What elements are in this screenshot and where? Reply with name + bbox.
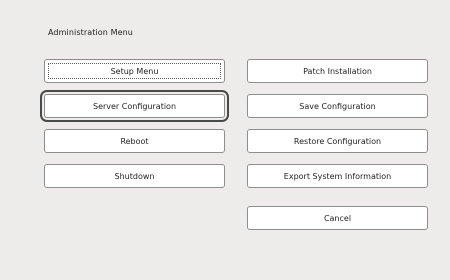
setup-menu-button[interactable]: Setup Menu (44, 59, 225, 83)
export-system-information-button[interactable]: Export System Information (247, 164, 428, 188)
save-configuration-button[interactable]: Save Configuration (247, 94, 428, 118)
cancel-button[interactable]: Cancel (247, 206, 428, 230)
shutdown-button[interactable]: Shutdown (44, 164, 225, 188)
reboot-button[interactable]: Reboot (44, 129, 225, 153)
menu-title: Administration Menu (48, 28, 133, 37)
server-configuration-button[interactable]: Server Configuration (40, 90, 229, 122)
patch-installation-button[interactable]: Patch Installation (247, 59, 428, 83)
restore-configuration-button[interactable]: Restore Configuration (247, 129, 428, 153)
